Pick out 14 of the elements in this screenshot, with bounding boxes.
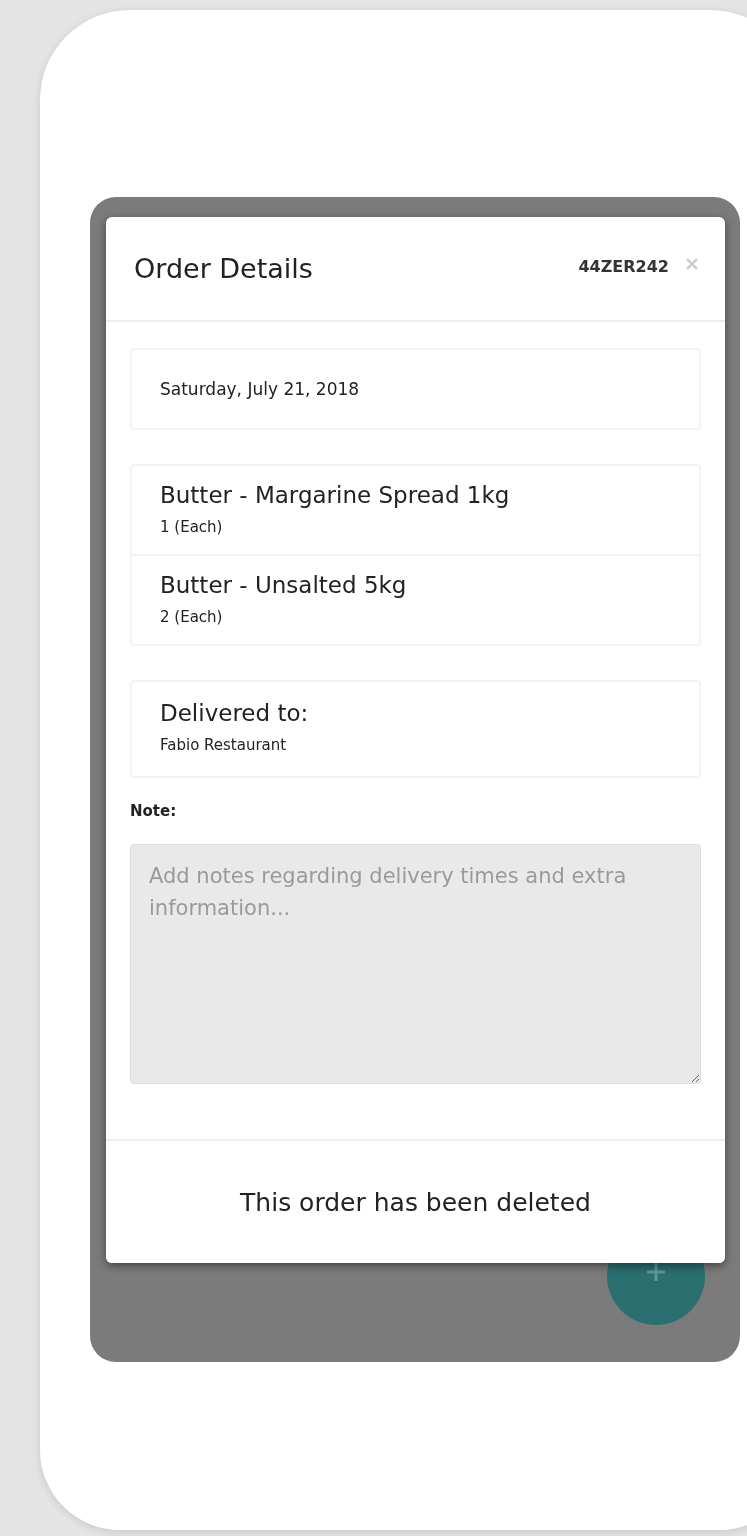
note-label: Note: xyxy=(130,802,178,820)
order-id: 44ZER242 xyxy=(578,257,669,276)
item-name: Butter - Margarine Spread 1kg xyxy=(160,482,511,508)
status-message: This order has been deleted xyxy=(240,1187,591,1217)
plus-icon xyxy=(645,1261,667,1283)
order-date: Saturday, July 21, 2018 xyxy=(160,379,360,399)
delivery-label: Delivered to: xyxy=(160,700,310,726)
close-icon xyxy=(685,257,699,271)
item-quantity: 2 (Each) xyxy=(160,608,224,626)
delivery-recipient: Fabio Restaurant xyxy=(160,736,288,754)
item-quantity: 1 (Each) xyxy=(160,518,224,536)
dialog-title: Order Details xyxy=(134,253,314,284)
note-field[interactable]: Add notes regarding delivery times and extra information... xyxy=(130,844,701,1084)
item-name: Butter - Unsalted 5kg xyxy=(160,572,408,598)
